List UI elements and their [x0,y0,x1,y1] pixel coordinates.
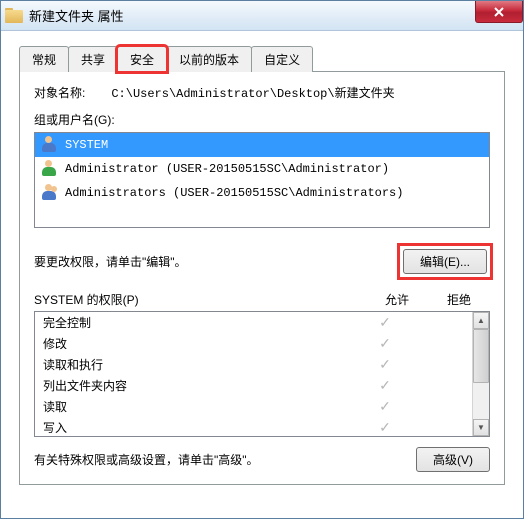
edit-row: 要更改权限，请单击"编辑"。 编辑(E)... [34,246,490,277]
properties-window: 新建文件夹 属性 常规 共享 安全 以前的版本 自定义 对象名称: C:\Use… [0,0,524,519]
scroll-track[interactable] [473,329,489,419]
security-panel: 对象名称: C:\Users\Administrator\Desktop\新建文… [19,72,505,485]
scroll-thumb[interactable] [473,329,489,383]
permissions-header: SYSTEM 的权限(P) 允许 拒绝 [34,291,490,308]
permission-row: 列出文件夹内容 ✓ [35,375,472,396]
permissions-box: 完全控制 ✓ 修改 ✓ 读取和执行 ✓ 列出文 [34,311,490,437]
object-label: 对象名称: [34,84,85,101]
permission-row: 读取和执行 ✓ [35,354,472,375]
edit-hint-text: 要更改权限，请单击"编辑"。 [34,253,187,270]
permission-row: 写入 ✓ [35,417,472,436]
permission-row: 读取 ✓ [35,396,472,417]
object-row: 对象名称: C:\Users\Administrator\Desktop\新建文… [34,84,490,101]
scroll-up-button[interactable]: ▲ [473,312,489,329]
close-icon [493,7,505,17]
list-item[interactable]: Administrators (USER-20150515SC\Administ… [35,181,489,205]
edit-button-highlight: 编辑(E)... [400,246,490,277]
advanced-button[interactable]: 高级(V) [416,447,490,472]
permission-row: 完全控制 ✓ [35,312,472,333]
advanced-hint-text: 有关特殊权限或高级设置，请单击"高级"。 [34,451,259,469]
permissions-subject: SYSTEM 的权限(P) [34,291,366,308]
tab-previous-versions[interactable]: 以前的版本 [166,46,252,72]
check-icon: ✓ [356,356,414,373]
list-item[interactable]: Administrator (USER-20150515SC\Administr… [35,157,489,181]
content-area: 常规 共享 安全 以前的版本 自定义 对象名称: C:\Users\Admini… [1,31,523,493]
tab-general[interactable]: 常规 [19,46,69,72]
check-icon: ✓ [356,398,414,415]
list-item-label: SYSTEM [65,138,108,152]
permission-name: 读取和执行 [43,356,356,373]
scroll-down-button[interactable]: ▼ [473,419,489,436]
column-allow: 允许 [366,291,428,308]
window-title: 新建文件夹 属性 [29,6,124,25]
tab-security[interactable]: 安全 [117,46,167,72]
scrollbar[interactable]: ▲ ▼ [472,312,489,436]
advanced-row: 有关特殊权限或高级设置，请单击"高级"。 高级(V) [34,447,490,472]
list-item-label: Administrator (USER-20150515SC\Administr… [65,162,389,176]
list-item-label: Administrators (USER-20150515SC\Administ… [65,186,403,200]
tab-strip: 常规 共享 安全 以前的版本 自定义 [19,45,505,72]
close-button[interactable] [475,1,523,23]
edit-button[interactable]: 编辑(E)... [403,249,487,274]
permission-row: 修改 ✓ [35,333,472,354]
check-icon: ✓ [356,419,414,436]
user-icon [41,160,59,178]
folder-icon [5,8,23,23]
tab-custom[interactable]: 自定义 [251,46,313,72]
permissions-list[interactable]: 完全控制 ✓ 修改 ✓ 读取和执行 ✓ 列出文 [35,312,472,436]
permission-name: 读取 [43,398,356,415]
permission-name: 写入 [43,419,356,436]
arrow-down-icon: ▼ [477,423,485,432]
groups-label: 组或用户名(G): [34,111,490,128]
column-deny: 拒绝 [428,291,490,308]
check-icon: ✓ [356,335,414,352]
titlebar: 新建文件夹 属性 [1,1,523,31]
permission-name: 列出文件夹内容 [43,377,356,394]
object-path: C:\Users\Administrator\Desktop\新建文件夹 [111,84,394,101]
permission-name: 完全控制 [43,314,356,331]
tab-sharing[interactable]: 共享 [68,46,118,72]
arrow-up-icon: ▲ [477,316,485,325]
check-icon: ✓ [356,377,414,394]
user-icon [41,136,59,154]
list-item[interactable]: SYSTEM [35,133,489,157]
groups-listbox[interactable]: SYSTEM Administrator (USER-20150515SC\Ad… [34,132,490,228]
check-icon: ✓ [356,314,414,331]
users-icon [41,184,59,202]
permission-name: 修改 [43,335,356,352]
